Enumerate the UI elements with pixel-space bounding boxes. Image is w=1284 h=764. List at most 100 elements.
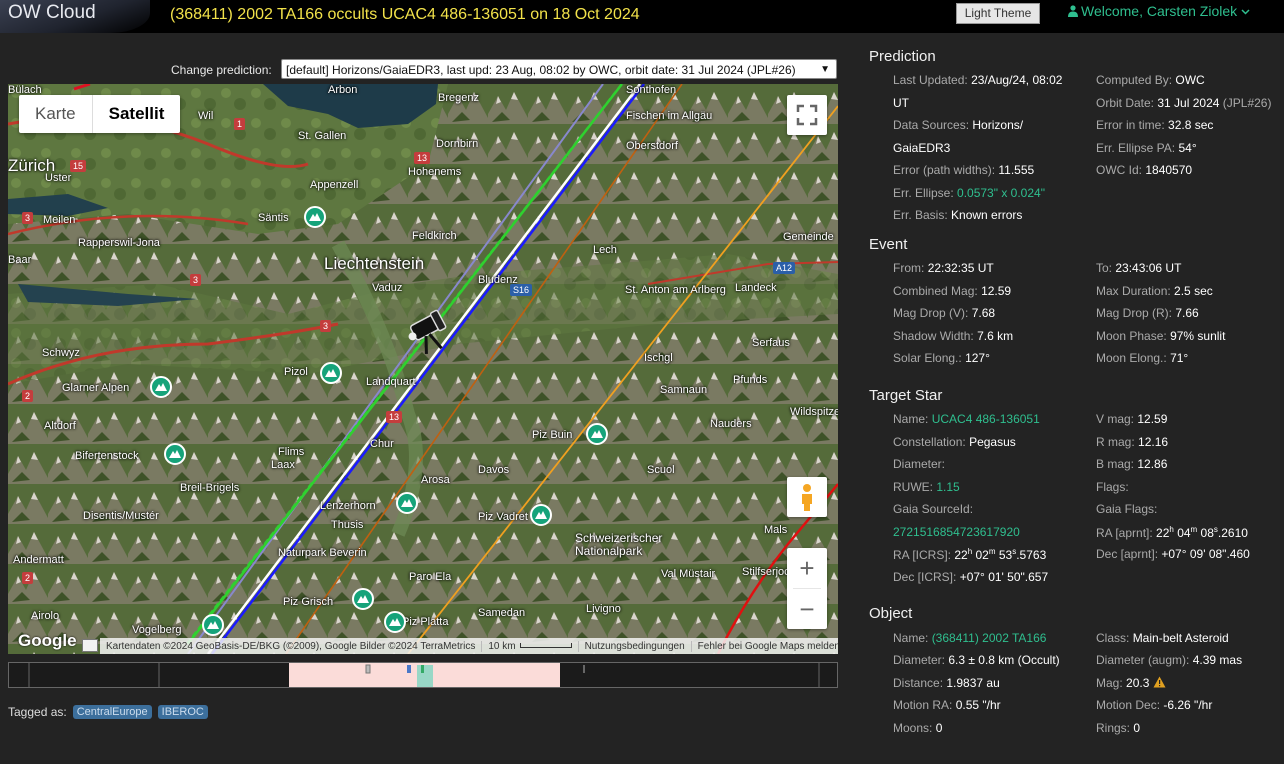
field-value: 22:32:35 UT — [927, 261, 994, 275]
peak-marker-icon[interactable] — [320, 362, 342, 384]
field-label: Rings: — [1096, 721, 1131, 735]
object-diameter-augm: Diameter (augm): 4.39 mas — [1096, 653, 1242, 667]
tag-central-europe[interactable]: CentralEurope — [72, 705, 152, 719]
object-mag: Mag: 20.3 — [1096, 676, 1166, 690]
report-error-link[interactable]: Fehler bei Google Maps melden — [692, 641, 838, 652]
section-event-title: Event — [869, 236, 908, 253]
field-value: 2.5 sec — [1174, 284, 1213, 298]
field-label: Flags: — [1096, 480, 1129, 494]
field-label: Constellation: — [893, 435, 966, 449]
prediction-select[interactable]: [default] Horizons/GaiaEDR3, last upd: 2… — [281, 59, 837, 79]
fullscreen-icon — [796, 104, 818, 126]
peak-marker-icon[interactable] — [304, 206, 326, 228]
field-label: RUWE: — [893, 480, 933, 494]
star-constellation: Constellation: Pegasus — [893, 435, 1016, 449]
field-label: Max Duration: — [1096, 284, 1171, 298]
event-from: From: 22:32:35 UT — [893, 261, 994, 275]
field-value: 4.39 mas — [1192, 653, 1243, 667]
field-label: To: — [1096, 261, 1113, 275]
field-label: Dec [ICRS]: — [893, 570, 957, 584]
fullscreen-button[interactable] — [787, 95, 827, 135]
field-value: 0.55 "/hr — [955, 698, 1001, 712]
field-label: Moons: — [893, 721, 933, 735]
field-value: +07° 01' 50".657 — [959, 570, 1049, 584]
field-value: Pegasus — [969, 435, 1016, 449]
field-value: 7.6 km — [977, 329, 1014, 343]
zoom-in-button[interactable]: + — [787, 548, 827, 588]
field-label: Error (path widths): — [893, 163, 996, 177]
occultation-map[interactable]: Bülach Arbon Bregenz Sonthofen Wil St. Gallen… — [8, 84, 838, 654]
event-timeline[interactable] — [8, 662, 838, 688]
peak-marker-icon[interactable] — [150, 376, 172, 398]
peak-marker-icon[interactable] — [586, 423, 608, 445]
field-value: Known errors — [951, 208, 1023, 222]
terms-link[interactable]: Nutzungsbedingungen — [579, 640, 692, 652]
object-name-link[interactable]: (368411) 2002 TA166 — [932, 631, 1047, 645]
err-ellipse-link[interactable]: 0.0573" x 0.024" — [957, 186, 1045, 200]
field-label: Dec [aprnt]: — [1096, 547, 1159, 561]
tags-row: Tagged as: CentralEurope IBEROC — [8, 705, 208, 719]
pred-computed-by: Computed By: OWC — [1096, 73, 1205, 87]
pred-owc-id: OWC Id: 1840570 — [1096, 163, 1192, 177]
road-shield: 2 — [22, 572, 34, 584]
field-label: Err. Ellipse PA: — [1096, 141, 1176, 155]
field-value: -6.26 "/hr — [1163, 698, 1213, 712]
star-r-mag: R mag: 12.16 — [1096, 435, 1168, 449]
field-label: R mag: — [1096, 435, 1135, 449]
warning-icon[interactable] — [1153, 676, 1166, 688]
field-value: 0 — [1133, 721, 1141, 735]
field-value: OWC — [1175, 73, 1205, 87]
peak-marker-icon[interactable] — [352, 588, 374, 610]
object-motion-ra: Motion RA: 0.55 "/hr — [893, 698, 1001, 712]
pred-data-sources: Data Sources: Horizons/ — [893, 118, 1023, 132]
field-label: Solar Elong.: — [893, 351, 962, 365]
top-bar: OW Cloud (368411) 2002 TA166 occults UCA… — [0, 0, 1284, 33]
tag-iberoc[interactable]: IBEROC — [157, 705, 208, 719]
field-value: 12.59 — [981, 284, 1012, 298]
pred-data-sources-cont: GaiaEDR3 — [893, 141, 950, 155]
peak-marker-icon[interactable] — [384, 611, 406, 633]
star-diameter: Diameter: — [893, 457, 945, 471]
field-label: Moon Phase: — [1096, 329, 1167, 343]
map-scale-label: 10 km — [488, 640, 516, 652]
light-theme-button[interactable]: Light Theme — [956, 3, 1040, 24]
field-label: Orbit Date: — [1096, 96, 1155, 110]
field-value: 7.66 — [1175, 306, 1199, 320]
object-rings: Rings: 0 — [1096, 721, 1140, 735]
field-value-note: (Occult) — [1017, 653, 1060, 667]
field-label: Err. Basis: — [893, 208, 948, 222]
satellite-map-canvas[interactable] — [8, 84, 838, 654]
user-menu[interactable]: Welcome, Carsten Ziolek — [1068, 3, 1250, 19]
map-scale[interactable]: 10 km — [482, 640, 579, 652]
road-shield: 13 — [414, 152, 431, 164]
road-shield: 15 — [70, 160, 87, 172]
field-label: Last Updated: — [893, 73, 968, 87]
app-logo[interactable]: OW Cloud — [0, 0, 150, 33]
field-value: Main-belt Asteroid — [1132, 631, 1229, 645]
peak-marker-icon[interactable] — [164, 443, 186, 465]
star-name-link[interactable]: UCAC4 486-136051 — [932, 412, 1040, 426]
field-value-note: (JPL#26) — [1222, 96, 1272, 110]
street-view-pegman-button[interactable] — [787, 477, 827, 517]
star-v-mag: V mag: 12.59 — [1096, 412, 1167, 426]
field-label: Gaia Flags: — [1096, 502, 1158, 516]
field-label: Name: — [893, 631, 929, 645]
star-gaia-source-id: 2721516854723617920 — [893, 525, 1020, 539]
pred-error-time: Error in time: 32.8 sec — [1096, 118, 1213, 132]
field-label: RA [ICRS]: — [893, 548, 952, 562]
road-shield: 3 — [22, 212, 34, 224]
zoom-out-button[interactable]: − — [787, 589, 827, 629]
app-logo-text: OW Cloud — [8, 2, 96, 23]
field-label: Class: — [1096, 631, 1130, 645]
field-value: +07° 09' 08".460 — [1161, 547, 1250, 561]
pred-orbit-date: Orbit Date: 31 Jul 2024 (JPL#26) — [1096, 96, 1271, 110]
peak-marker-icon[interactable] — [530, 504, 552, 526]
star-flags: Flags: — [1096, 480, 1129, 494]
field-value: 23/Aug/24, 08:02 — [971, 73, 1063, 87]
map-type-satellite-button[interactable]: Satellit — [91, 95, 181, 133]
peak-marker-icon[interactable] — [202, 614, 224, 636]
peak-marker-icon[interactable] — [396, 492, 418, 514]
object-motion-dec: Motion Dec: -6.26 "/hr — [1096, 698, 1212, 712]
gaia-source-link[interactable]: 2721516854723617920 — [893, 525, 1020, 539]
map-type-karte-button[interactable]: Karte — [19, 95, 92, 133]
